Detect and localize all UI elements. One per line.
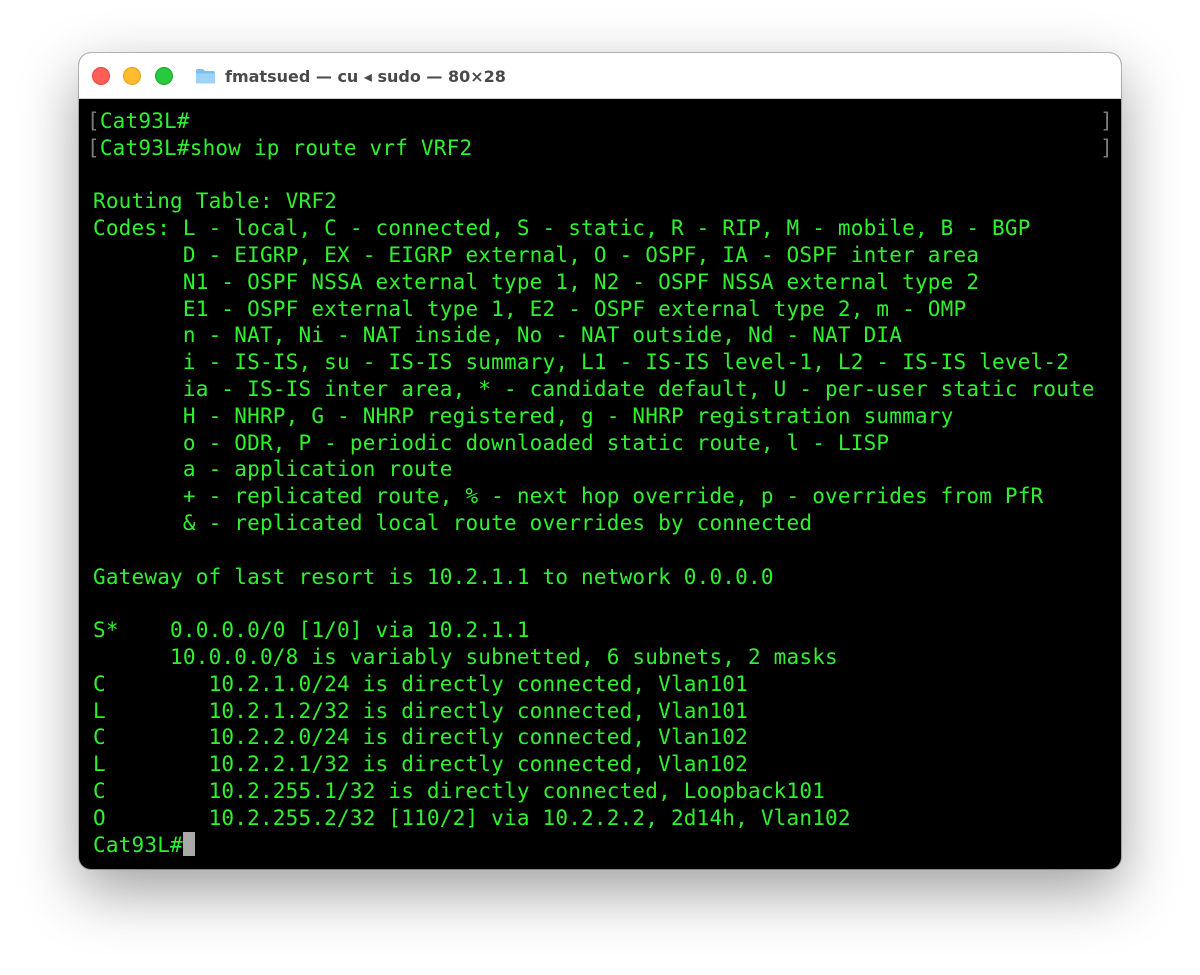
output-line: + - replicated route, % - next hop overr… [93,484,1044,509]
output-line: E1 - OSPF external type 1, E2 - OSPF ext… [93,296,967,321]
title-bar[interactable]: fmatsued — cu ◂ sudo — 80×28 [79,53,1121,99]
output-line: O 10.2.255.2/32 [110/2] via 10.2.2.2, 2d… [93,805,851,830]
window-title: fmatsued — cu ◂ sudo — 80×28 [225,66,506,86]
output-line: ia - IS-IS inter area, * - candidate def… [93,376,1095,401]
prompt-line[interactable]: Cat93L# [79,831,1121,859]
output-line: N1 - OSPF NSSA external type 1, N2 - OSP… [93,269,980,294]
bracket-right-icon: ] [1100,135,1113,160]
output-line: D - EIGRP, EX - EIGRP external, O - OSPF… [93,242,980,267]
output-line: Codes: L - local, C - connected, S - sta… [93,216,1031,241]
output-line: a - application route [93,457,453,482]
output-line: Routing Table: VRF2 [93,189,338,214]
terminal-output[interactable]: [Cat93L#] [Cat93L#show ip route vrf VRF2… [79,108,1121,868]
output-line: C 10.2.255.1/32 is directly connected, L… [93,778,826,803]
folder-icon [196,69,215,84]
output-line: L 10.2.1.2/32 is directly connected, Vla… [93,698,748,723]
bracket-left-icon: [ [87,135,100,160]
close-button[interactable] [92,67,110,85]
prompt-text: Cat93L# [93,832,183,857]
window-title-group: fmatsued — cu ◂ sudo — 80×28 [195,65,506,87]
history-line: [Cat93L#] [79,108,1121,135]
bracket-right-icon: ] [1100,109,1113,133]
output-line: i - IS-IS, su - IS-IS summary, L1 - IS-I… [93,350,1070,375]
minimize-button[interactable] [123,67,141,85]
output-line: L 10.2.2.1/32 is directly connected, Vla… [93,752,748,777]
output-line: 10.0.0.0/8 is variably subnetted, 6 subn… [93,644,838,669]
terminal-window: fmatsued — cu ◂ sudo — 80×28 [Cat93L#] [… [79,53,1121,869]
command-output: Routing Table: VRF2 Codes: L - local, C -… [79,162,1121,832]
output-line: o - ODR, P - periodic downloaded static … [93,430,890,455]
history-line: [Cat93L#show ip route vrf VRF2] [79,135,1121,162]
text-cursor [182,831,195,856]
output-line: H - NHRP, G - NHRP registered, g - NHRP … [93,403,954,428]
output-line: S* 0.0.0.0/0 [1/0] via 10.2.1.1 [93,618,530,643]
output-line: C 10.2.2.0/24 is directly connected, Vla… [93,725,748,750]
output-line: & - replicated local route overrides by … [93,510,813,535]
output-line: C 10.2.1.0/24 is directly connected, Vla… [93,671,748,696]
bracket-left-icon: [ [87,109,100,133]
zoom-button[interactable] [155,67,173,85]
output-line: n - NAT, Ni - NAT inside, No - NAT outsi… [93,323,903,348]
history-text: Cat93L#show ip route vrf VRF2 [99,135,473,160]
history-text: Cat93L# [99,109,190,133]
output-line: Gateway of last resort is 10.2.1.1 to ne… [93,564,774,589]
